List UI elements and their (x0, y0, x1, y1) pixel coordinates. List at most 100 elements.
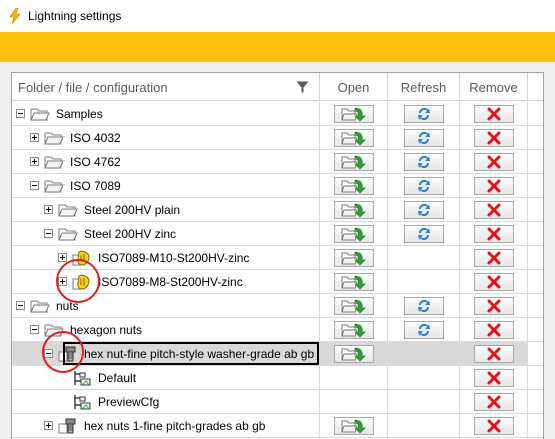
refresh-button[interactable] (403, 104, 444, 123)
expand-plus-icon[interactable] (30, 157, 39, 166)
collapse-minus-icon[interactable] (16, 301, 25, 310)
open-cell (320, 342, 388, 365)
collapse-minus-icon[interactable] (16, 109, 25, 118)
tree-row-iso-4762[interactable]: ISO 4762 (12, 150, 543, 174)
remove-button[interactable] (473, 320, 514, 339)
tree-row-label: hex nut-fine pitch-style washer-grade ab… (84, 346, 315, 361)
grid-header: Folder / file / configuration Open Refre… (12, 73, 543, 101)
remove-icon (487, 131, 500, 144)
remove-button[interactable] (473, 296, 514, 315)
name-cell[interactable]: hexagon nuts (12, 318, 320, 341)
open-folder-button[interactable] (333, 296, 374, 315)
column-header-name[interactable]: Folder / file / configuration (12, 73, 320, 101)
open-folder-icon (340, 107, 366, 121)
open-folder-button[interactable] (333, 320, 374, 339)
collapse-minus-icon[interactable] (44, 349, 53, 358)
remove-button[interactable] (473, 104, 514, 123)
open-folder-icon (340, 419, 366, 433)
row-spacer (528, 222, 543, 245)
name-cell[interactable]: ISO7089-M8-St200HV-zinc (12, 270, 320, 293)
open-folder-button[interactable] (333, 104, 374, 123)
refresh-button[interactable] (403, 200, 444, 219)
tree-row-steel-200hv-zinc[interactable]: Steel 200HV zinc (12, 222, 543, 246)
configuration-icon (72, 394, 92, 410)
tree-row-iso-4032[interactable]: ISO 4032 (12, 126, 543, 150)
name-cell[interactable]: Default (12, 366, 320, 389)
row-spacer (528, 102, 543, 125)
open-folder-button[interactable] (333, 176, 374, 195)
grid-rows: Samples ISO 4032 ISO 4762 ISO 7089 Steel 200… (12, 102, 543, 438)
open-folder-icon (340, 227, 366, 241)
remove-button[interactable] (473, 368, 514, 387)
refresh-button[interactable] (403, 152, 444, 171)
remove-button[interactable] (473, 392, 514, 411)
tree-row-default[interactable]: Default (12, 366, 543, 390)
folder-icon (30, 106, 50, 122)
tree-row-iso-7089[interactable]: ISO 7089 (12, 174, 543, 198)
remove-button[interactable] (473, 200, 514, 219)
open-folder-button[interactable] (333, 152, 374, 171)
tree-row-iso7089-m10-st200hv-zinc[interactable]: ISO7089-M10-St200HV-zinc (12, 246, 543, 270)
expand-plus-icon[interactable] (58, 277, 67, 286)
open-folder-button[interactable] (333, 272, 374, 291)
expand-plus-icon[interactable] (44, 205, 53, 214)
collapse-minus-icon[interactable] (30, 181, 39, 190)
tree-row-steel-200hv-plain[interactable]: Steel 200HV plain (12, 198, 543, 222)
remove-button[interactable] (473, 128, 514, 147)
name-cell[interactable]: Samples (12, 102, 320, 125)
column-header-open[interactable]: Open (320, 73, 388, 101)
refresh-button[interactable] (403, 320, 444, 339)
tree-row-hex-nuts-1-fine-pitch-grades-ab-gb[interactable]: hex nuts 1-fine pitch-grades ab gb (12, 414, 543, 438)
expand-plus-icon[interactable] (30, 133, 39, 142)
refresh-button[interactable] (403, 296, 444, 315)
tree-row-nuts[interactable]: nuts (12, 294, 543, 318)
open-cell (320, 126, 388, 149)
tree-row-previewcfg[interactable]: PreviewCfg (12, 390, 543, 414)
row-spacer (528, 246, 543, 269)
name-cell[interactable]: Steel 200HV zinc (12, 222, 320, 245)
expand-plus-icon[interactable] (44, 421, 53, 430)
remove-button[interactable] (473, 152, 514, 171)
open-folder-button[interactable] (333, 200, 374, 219)
tree-row-hexagon-nuts[interactable]: hexagon nuts (12, 318, 543, 342)
refresh-cell (388, 294, 460, 317)
name-cell[interactable]: ISO 7089 (12, 174, 320, 197)
remove-button[interactable] (473, 176, 514, 195)
tree-row-samples[interactable]: Samples (12, 102, 543, 126)
name-cell[interactable]: nuts (12, 294, 320, 317)
refresh-button[interactable] (403, 176, 444, 195)
remove-button[interactable] (473, 272, 514, 291)
name-cell[interactable]: Steel 200HV plain (12, 198, 320, 221)
collapse-minus-icon[interactable] (30, 325, 39, 334)
refresh-button[interactable] (403, 128, 444, 147)
open-folder-button[interactable] (333, 344, 374, 363)
expand-plus-icon[interactable] (58, 253, 67, 262)
name-cell[interactable]: PreviewCfg (12, 390, 320, 413)
open-folder-button[interactable] (333, 416, 374, 435)
column-header-refresh[interactable]: Refresh (388, 73, 460, 101)
refresh-button[interactable] (403, 224, 444, 243)
tree-row-hex-nut-fine-pitch-style-washer-grade-ab-gb[interactable]: hex nut-fine pitch-style washer-grade ab… (12, 342, 543, 366)
name-cell[interactable]: hex nut-fine pitch-style washer-grade ab… (12, 342, 320, 365)
row-spacer (528, 366, 543, 389)
open-folder-icon (340, 251, 366, 265)
open-folder-button[interactable] (333, 248, 374, 267)
remove-button[interactable] (473, 344, 514, 363)
bolt-part-icon (58, 418, 78, 434)
open-folder-button[interactable] (333, 128, 374, 147)
column-header-remove[interactable]: Remove (460, 73, 528, 101)
remove-button[interactable] (473, 416, 514, 435)
open-folder-button[interactable] (333, 224, 374, 243)
tree-row-iso7089-m8-st200hv-zinc[interactable]: ISO7089-M8-St200HV-zinc (12, 270, 543, 294)
name-cell[interactable]: ISO7089-M10-St200HV-zinc (12, 246, 320, 269)
name-cell[interactable]: hex nuts 1-fine pitch-grades ab gb (12, 414, 320, 437)
filter-icon[interactable] (296, 81, 309, 94)
row-spacer (528, 294, 543, 317)
remove-button[interactable] (473, 224, 514, 243)
remove-button[interactable] (473, 248, 514, 267)
name-cell[interactable]: ISO 4762 (12, 150, 320, 173)
collapse-minus-icon[interactable] (44, 229, 53, 238)
open-folder-icon (340, 323, 366, 337)
name-cell[interactable]: ISO 4032 (12, 126, 320, 149)
